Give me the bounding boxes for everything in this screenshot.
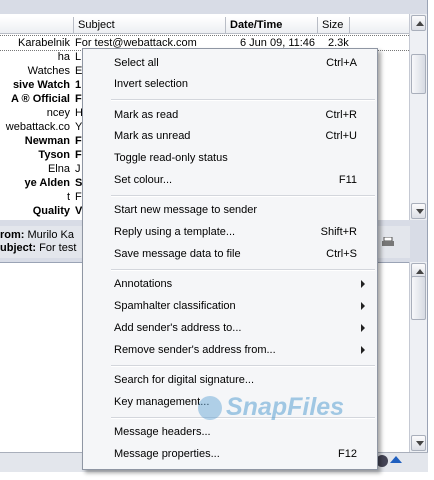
menu-item-label: Invert selection — [114, 78, 188, 90]
message-from: A ® Official — [10, 93, 70, 105]
message-list-scrollbar[interactable] — [409, 14, 427, 220]
scroll-down-button[interactable] — [411, 203, 426, 219]
menu-item-label: Toggle read-only status — [114, 152, 228, 164]
column-from[interactable] — [0, 17, 74, 33]
column-subject[interactable]: Subject — [74, 17, 226, 33]
menu-item-label: Save message data to file — [114, 248, 241, 260]
message-from: t — [66, 191, 70, 203]
scroll-thumb[interactable] — [411, 276, 426, 320]
submenu-arrow-icon — [361, 280, 365, 288]
menu-item-search-digital-signature[interactable]: Search for digital signature... — [83, 370, 377, 390]
message-from: ncey — [46, 107, 70, 119]
menu-item-label: Start new message to sender — [114, 204, 258, 216]
scroll-thumb[interactable] — [411, 54, 426, 94]
menu-item-add-sender-address[interactable]: Add sender's address to... — [83, 318, 377, 338]
menu-item-annotations[interactable]: Annotations — [83, 274, 377, 294]
menu-item-message-headers[interactable]: Message headers... — [83, 422, 377, 442]
menu-item-toggle-read-only[interactable]: Toggle read-only status — [83, 148, 377, 168]
column-header-bar: Subject Date/Time Size — [0, 17, 410, 34]
menu-separator — [111, 195, 375, 197]
watermark-text: SnapFiles — [226, 393, 345, 421]
menu-item-label: Search for digital signature... — [114, 374, 255, 386]
menu-item-label: Annotations — [114, 278, 173, 290]
nav-up-icon[interactable] — [390, 456, 402, 463]
menu-item-shortcut: F11 — [338, 174, 357, 186]
submenu-arrow-icon — [361, 346, 365, 354]
menu-item-shortcut: Ctrl+U — [325, 130, 357, 142]
menu-separator — [111, 365, 375, 367]
arrow-up-icon — [416, 269, 424, 274]
message-from: Tyson — [38, 149, 70, 161]
menu-item-label: Mark as unread — [114, 130, 191, 142]
preview-subject-line: ubject: For test — [0, 242, 76, 255]
menu-item-remove-sender-address[interactable]: Remove sender's address from... — [83, 340, 377, 360]
submenu-arrow-icon — [361, 302, 365, 310]
menu-item-label: Remove sender's address from... — [114, 344, 276, 356]
message-from: ye Alden — [24, 177, 70, 189]
preview-from-label: rom: — [0, 229, 25, 241]
scroll-down-button[interactable] — [411, 435, 426, 451]
column-date-time[interactable]: Date/Time — [226, 17, 318, 33]
scroll-up-button[interactable] — [411, 15, 426, 31]
menu-item-shortcut: Ctrl+S — [326, 248, 357, 260]
message-from: Watches — [27, 65, 70, 77]
menu-item-mark-as-unread[interactable]: Mark as unread Ctrl+U — [83, 126, 377, 146]
message-from: sive Watch — [12, 79, 70, 91]
menu-item-shortcut: Ctrl+R — [325, 109, 357, 121]
preview-from-value: Murilo Ka — [27, 229, 74, 241]
menu-item-label: Set colour... — [114, 174, 173, 186]
menu-item-message-properties[interactable]: Message properties... F12 — [83, 444, 377, 464]
menu-item-shortcut: F12 — [338, 448, 357, 460]
menu-item-label: Reply using a template... — [114, 226, 236, 238]
message-from: webattack.co — [5, 121, 70, 133]
menu-item-label: Mark as read — [114, 109, 179, 121]
message-from: Quality — [32, 205, 70, 217]
message-from: Newman — [24, 135, 70, 147]
menu-separator — [111, 269, 375, 271]
menu-item-save-message-data[interactable]: Save message data to file Ctrl+S — [83, 244, 377, 264]
menu-item-label: Spamhalter classification — [114, 300, 236, 312]
preview-subject-label: ubject: — [0, 242, 37, 254]
preview-scrollbar[interactable] — [409, 262, 427, 452]
arrow-up-icon — [416, 21, 424, 26]
message-from: ha — [57, 51, 70, 63]
menu-item-shortcut: Ctrl+A — [326, 57, 357, 69]
menu-item-label: Select all — [114, 57, 159, 69]
printer-icon[interactable] — [382, 237, 394, 247]
menu-item-invert-selection[interactable]: Invert selection — [83, 74, 377, 94]
message-from: Karabelnik — [18, 37, 70, 49]
message-from: Elna — [47, 163, 70, 175]
menu-item-label: Key management... — [114, 396, 210, 408]
arrow-down-icon — [416, 209, 424, 214]
menu-item-start-new-message[interactable]: Start new message to sender — [83, 200, 377, 220]
menu-item-label: Message headers... — [114, 426, 211, 438]
preview-subject-value: For test — [39, 242, 77, 254]
menu-item-spamhalter[interactable]: Spamhalter classification — [83, 296, 377, 316]
preview-from-line: rom: Murilo Ka — [0, 229, 74, 242]
menu-item-set-colour[interactable]: Set colour... F11 — [83, 170, 377, 190]
menu-item-shortcut: Shift+R — [320, 226, 357, 238]
menu-item-label: Add sender's address to... — [114, 322, 242, 334]
menu-item-mark-as-read[interactable]: Mark as read Ctrl+R — [83, 105, 377, 125]
menu-separator — [111, 99, 375, 101]
watermark-logo-icon — [198, 396, 222, 420]
arrow-down-icon — [416, 441, 424, 446]
column-size[interactable]: Size — [318, 17, 350, 33]
submenu-arrow-icon — [361, 324, 365, 332]
menu-item-reply-template[interactable]: Reply using a template... Shift+R — [83, 222, 377, 242]
menu-item-select-all[interactable]: Select all Ctrl+A — [83, 53, 377, 73]
menu-item-label: Message properties... — [114, 448, 220, 460]
